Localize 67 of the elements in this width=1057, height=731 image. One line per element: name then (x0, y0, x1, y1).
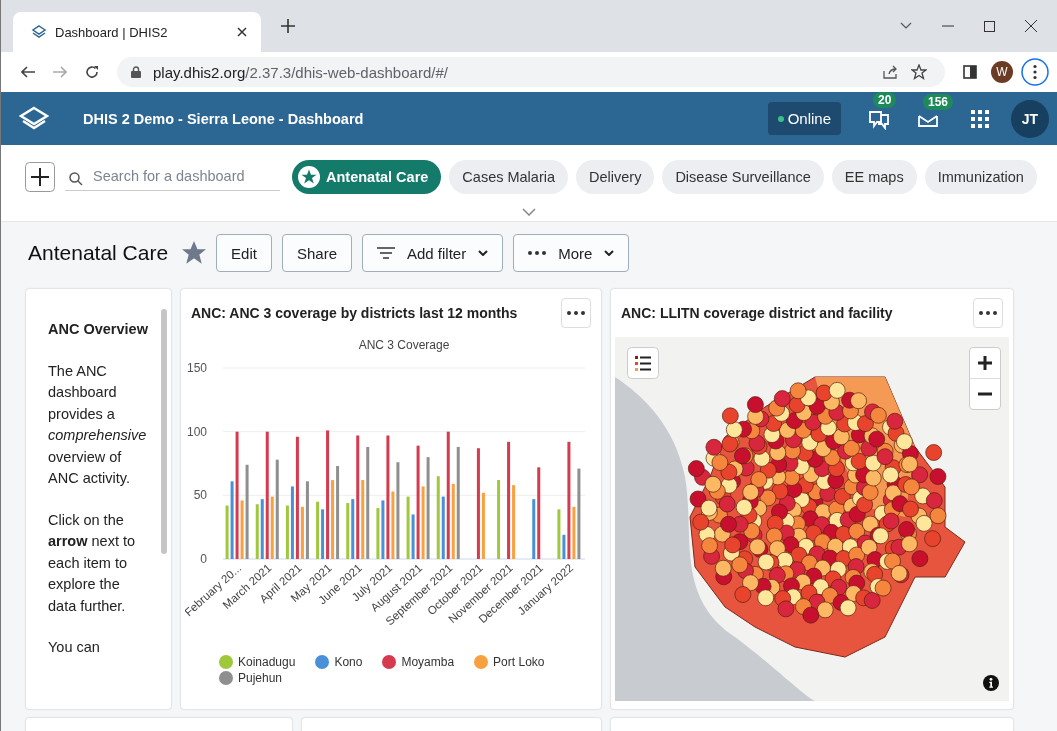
online-status: Online (767, 102, 841, 135)
legend-icon[interactable] (627, 347, 659, 379)
dashboard-chip[interactable]: Immunization (924, 160, 1037, 194)
more-button[interactable]: More (513, 234, 630, 272)
tab-title: Dashboard | DHIS2 (55, 24, 169, 40)
add-filter-button[interactable]: Add filter (362, 234, 504, 272)
more-icon (528, 251, 547, 255)
legend-item[interactable]: Koinadugu (219, 655, 296, 669)
close-icon[interactable] (237, 27, 247, 37)
filter-icon (377, 247, 395, 259)
dashboard-title: Antenatal Care (28, 241, 169, 265)
item-menu-button[interactable] (561, 298, 591, 328)
legend-item[interactable]: Port Loko (474, 655, 545, 669)
profile-avatar[interactable]: W (991, 61, 1013, 83)
star-outline-icon[interactable] (911, 64, 927, 80)
address-field[interactable]: play.dhis2.org/2.37.3/dhis-web-dashboard/#/ (117, 57, 945, 87)
dashboard-chip[interactable]: Antenatal Care (292, 160, 442, 194)
paragraph: ANC Overview (48, 320, 149, 339)
new-tab-icon[interactable] (281, 19, 295, 33)
paragraph: Click on the arrow next to each item to explore the data further. (48, 510, 137, 616)
count-badge: 156 (923, 93, 954, 110)
action-button[interactable]: Edit (216, 234, 272, 272)
url-host: play.dhis2.org (153, 63, 246, 81)
card-title: ANC: ANC 3 coverage by districts last 12 months (191, 305, 518, 321)
axis-tick-label: 50 (193, 488, 207, 503)
dashboard-chip[interactable]: Delivery (576, 160, 655, 194)
more-icon (567, 311, 585, 315)
legend-item[interactable]: Pujehun (219, 671, 283, 685)
info-icon[interactable] (983, 675, 999, 691)
caret-icon (478, 250, 489, 256)
dashboard-chip[interactable]: Disease Surveillance (662, 160, 824, 194)
chevron-down-icon[interactable] (522, 208, 536, 216)
back-arrow-icon[interactable] (21, 66, 35, 78)
url-path: /2.37.3/dhis-web-dashboard/#/ (245, 63, 448, 81)
legend-item[interactable]: Kono (315, 655, 363, 669)
close-icon[interactable] (1025, 20, 1037, 32)
reload-icon[interactable] (85, 65, 99, 79)
apps-grid-icon[interactable] (971, 109, 989, 128)
axis-tick-label: 100 (186, 424, 207, 439)
chevron-down-icon[interactable] (900, 22, 912, 30)
dashboard-chip[interactable]: EE maps (831, 160, 917, 194)
action-button[interactable]: Share (281, 234, 352, 272)
lock-icon (131, 66, 141, 78)
app-title: DHIS 2 Demo - Sierra Leone - Dashboard (82, 110, 364, 127)
user-avatar[interactable]: JT (1011, 99, 1049, 138)
layers-icon (31, 24, 47, 40)
add-button[interactable] (25, 162, 55, 192)
share-icon[interactable] (883, 65, 899, 79)
chart-title: ANC 3 Coverage (358, 338, 450, 352)
scrollbar[interactable] (161, 309, 167, 554)
menu-icon[interactable] (1021, 58, 1049, 86)
star-icon[interactable] (182, 241, 207, 265)
item-menu-button[interactable] (973, 298, 1003, 328)
dashboard-chip[interactable]: Cases Malaria (449, 160, 568, 194)
browser-tab[interactable]: Dashboard | DHIS2 (13, 12, 261, 52)
paragraph: You can (48, 638, 101, 657)
paragraph: The ANC dashboard provides a comprehensive overview of ANC activity. (48, 361, 148, 488)
search-icon (69, 171, 83, 186)
side-panel-icon[interactable] (963, 65, 977, 79)
more-icon (979, 311, 997, 315)
legend-item[interactable]: Moyamba (382, 655, 455, 669)
search-field[interactable]: Search for a dashboard (65, 163, 280, 191)
caret-icon (604, 250, 615, 256)
maximize-icon[interactable] (984, 20, 995, 32)
card-title: ANC: LLITN coverage district and facility (621, 305, 893, 321)
axis-tick-label: 0 (200, 552, 207, 566)
axis-tick-label: 150 (186, 361, 207, 375)
